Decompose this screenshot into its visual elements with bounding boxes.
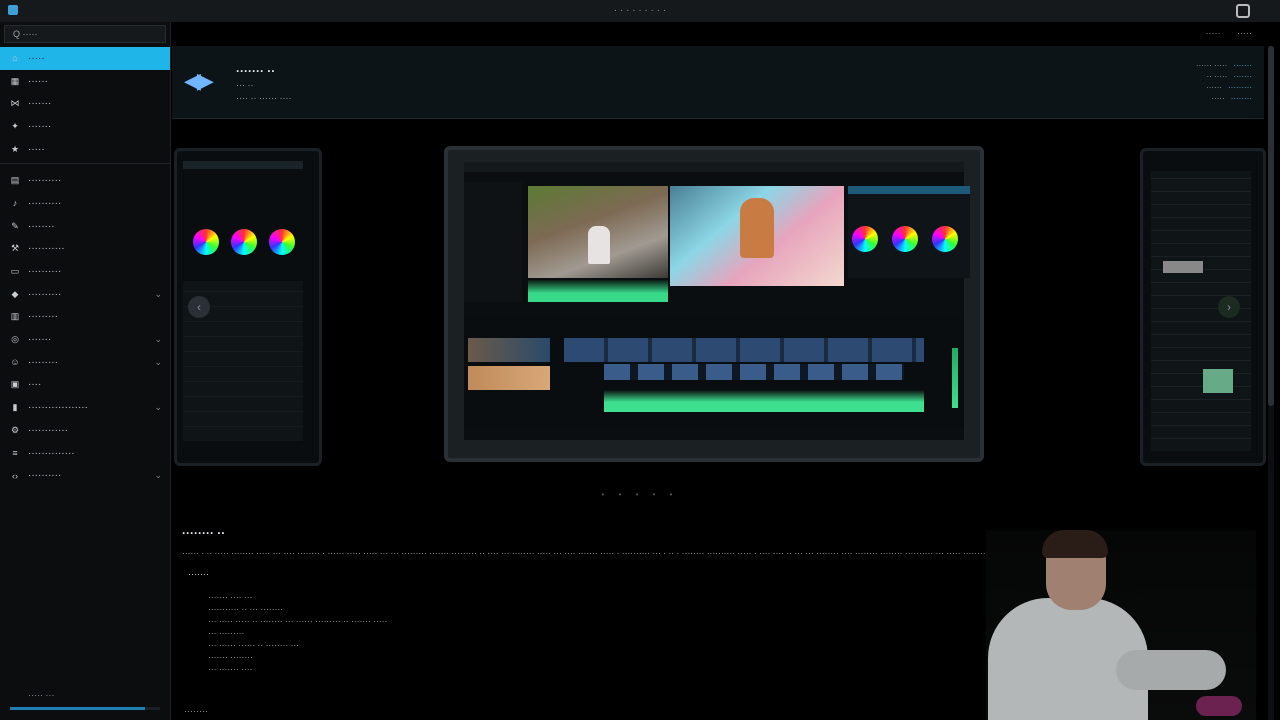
sidebar-item[interactable]: ⚒ ··········· xyxy=(0,238,170,261)
music-icon: ♪ xyxy=(12,198,18,209)
top-actions: ····· ····· xyxy=(1191,28,1252,38)
window-title: · · · · · · · · · xyxy=(613,5,667,16)
wrench-icon: ⚒ xyxy=(10,243,20,254)
star-icon: ★ xyxy=(10,143,20,154)
sidebar-item-label: ·········· xyxy=(28,197,62,209)
sidebar-item[interactable]: ✦ ······· xyxy=(0,115,170,138)
sidebar-item[interactable]: ▮ ·················· ⌄ xyxy=(0,396,170,419)
sidebar-item[interactable]: ★ ····· xyxy=(0,138,170,161)
code-icon: ‹› xyxy=(12,470,18,481)
sidebar-item[interactable]: ⌂ ····· xyxy=(0,47,170,70)
gallery-next-button[interactable]: › xyxy=(1218,296,1240,318)
chevron-down-icon: ⌄ xyxy=(154,402,162,413)
search-input[interactable]: Q ····· xyxy=(4,25,166,43)
home-icon: ⌂ xyxy=(12,53,18,64)
progress-bar xyxy=(10,707,160,710)
sidebar-item[interactable]: ♪ ·········· xyxy=(0,192,170,215)
sidebar-item-label: ······· xyxy=(28,334,52,346)
sidebar-item[interactable]: ✎ ········ xyxy=(0,215,170,238)
sidebar-item-label: ·········· xyxy=(28,266,62,278)
sidebar-item[interactable]: ▦ ······ xyxy=(0,70,170,93)
color-wheels xyxy=(193,229,295,255)
screenshot-next[interactable] xyxy=(1140,148,1266,466)
scrollbar-thumb[interactable] xyxy=(1268,46,1274,406)
color-panel xyxy=(848,186,970,278)
book-icon: ▥ xyxy=(10,311,20,322)
sidebar-items: ⌂ ····· ▦ ······ ⋈ ······· ✦ ······· ★ ····· ▤ ····… xyxy=(0,47,170,487)
sidebar-item-label: ···· xyxy=(28,379,42,391)
timeline xyxy=(464,318,964,428)
globe-icon: ◎ xyxy=(11,334,19,345)
webcam-overlay xyxy=(986,530,1256,720)
sidebar-item[interactable]: ▤ ·········· xyxy=(0,169,170,192)
scrollbar[interactable] xyxy=(1268,46,1274,720)
sidebar-item[interactable]: ▥ ········· xyxy=(0,306,170,329)
screenshot-main[interactable] xyxy=(444,146,984,462)
sidebar-item[interactable]: ⋈ ······· xyxy=(0,92,170,115)
gallery-dots[interactable]: • • • • • xyxy=(0,490,1280,499)
gear-icon: ⚙ xyxy=(10,424,20,435)
database-icon: ≡ xyxy=(12,448,18,459)
meta-row: ······ ····· ······· xyxy=(1195,61,1252,70)
sidebar-item-label: ··········· xyxy=(28,243,65,255)
sidebar-item[interactable]: ◆ ·········· ⌄ xyxy=(0,283,170,306)
chevron-down-icon: ⌄ xyxy=(154,334,162,345)
app-logo-icon: ◀▶ xyxy=(184,68,214,93)
app-meta: ······ ····· ······· ·· ····· ······· ····… xyxy=(1196,60,1252,104)
sidebar-item[interactable]: ☺ ········· ⌄ xyxy=(0,351,170,374)
video-preview-1 xyxy=(528,186,668,278)
sidebar-item-label: ········· xyxy=(28,356,58,368)
video-preview-2 xyxy=(670,186,844,286)
sidebar-item-label: ······ xyxy=(28,75,48,87)
sidebar-divider xyxy=(0,163,170,165)
sidebar-item-label: ············ xyxy=(28,424,68,436)
lock-icon: ▮ xyxy=(12,402,18,413)
terminal-icon: ▭ xyxy=(10,266,20,277)
app-name: ······· ·· xyxy=(236,64,276,78)
top-action-b[interactable]: ····· xyxy=(1237,28,1252,38)
sidebar-item[interactable]: ‹› ·········· ⌄ xyxy=(0,464,170,487)
sidebar-item-label: ····· xyxy=(28,52,45,64)
top-action-a[interactable]: ····· xyxy=(1205,28,1220,38)
app-version: ··· ·· xyxy=(236,80,254,90)
film-icon: ▤ xyxy=(10,175,20,186)
chevron-down-icon: ⌄ xyxy=(154,288,162,299)
sidebar-item-label: ·············· xyxy=(28,447,75,459)
cube-icon: ◆ xyxy=(11,288,19,299)
sidebar-item-label: ·················· xyxy=(28,402,88,414)
person-icon: ☺ xyxy=(10,357,20,368)
pen-icon: ✎ xyxy=(11,220,19,231)
sparkle-icon: ✦ xyxy=(11,120,19,131)
chevron-down-icon: ⌄ xyxy=(154,470,162,481)
sidebar-item-label: ········· xyxy=(28,311,58,323)
app-developer: ···· ·· ······ ···· xyxy=(236,93,292,103)
sidebar-item[interactable]: ⚙ ············ xyxy=(0,419,170,442)
sidebar-item-label: ······· xyxy=(28,120,52,132)
chevron-down-icon: ⌄ xyxy=(154,356,162,367)
sidebar-item-label: ······· xyxy=(28,98,52,110)
sidebar-item-label: ····· xyxy=(28,143,45,155)
share-icon: ⋈ xyxy=(10,98,20,109)
sidebar-item[interactable]: ≡ ·············· xyxy=(0,442,170,465)
sidebar-item-label: ·········· xyxy=(28,470,62,482)
app-header: ◀▶ ······· ·· ··· ·· ···· ·· ······ ····… xyxy=(172,46,1264,119)
progress-fill xyxy=(10,707,145,710)
sidebar: Q ····· ⌂ ····· ▦ ······ ⋈ ······· ✦ ······· ★ ··… xyxy=(0,22,171,720)
sidebar-item-label: ·········· xyxy=(28,175,62,187)
gamepad-icon: ▣ xyxy=(10,379,20,390)
title-bar: · · · · · · · · · xyxy=(0,0,1280,22)
sidebar-footer: ····· ··· xyxy=(28,690,55,700)
gallery-prev-button[interactable]: ‹ xyxy=(188,296,210,318)
sidebar-item[interactable]: ▭ ·········· xyxy=(0,260,170,283)
meta-row: ·· ····· ······· xyxy=(1206,72,1252,81)
meta-row: ······ ········· xyxy=(1206,83,1252,92)
sidebar-item[interactable]: ▣ ···· xyxy=(0,374,170,397)
grid-icon: ▦ xyxy=(10,75,20,86)
sidebar-item-label: ········ xyxy=(28,220,55,232)
meta-row: ····· ········ xyxy=(1211,94,1252,103)
tray-icon[interactable] xyxy=(1236,4,1250,18)
sidebar-item-label: ·········· xyxy=(28,288,62,300)
sidebar-item[interactable]: ◎ ······· ⌄ xyxy=(0,328,170,351)
description-tail: ········ xyxy=(184,706,208,716)
